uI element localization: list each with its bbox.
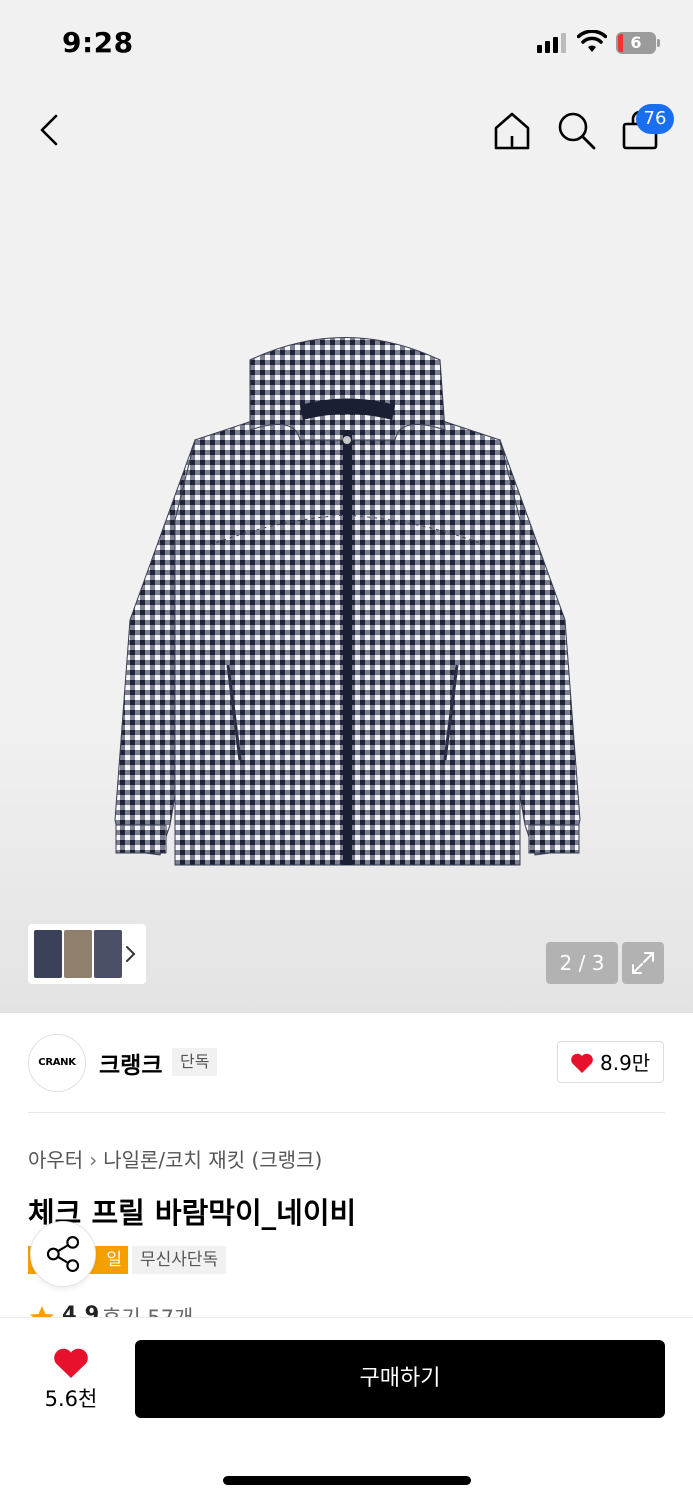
- share-icon[interactable]: [30, 1221, 96, 1287]
- thumbnail-image[interactable]: [64, 930, 92, 978]
- home-icon[interactable]: [490, 108, 534, 152]
- divider: [28, 1112, 665, 1113]
- product-image[interactable]: [100, 320, 595, 875]
- breadcrumb: 아우터 › 나일론/코치 재킷 (크랭크): [28, 1144, 322, 1173]
- cart-count-badge: 76: [636, 104, 674, 134]
- image-page-counter: 2 / 3: [546, 942, 618, 984]
- brand-like-button[interactable]: 8.9만: [557, 1041, 664, 1083]
- signal-icon: [537, 33, 566, 53]
- expand-icon[interactable]: [622, 942, 664, 984]
- breadcrumb-subcategory[interactable]: 나일론/코치 재킷 (크랭크): [103, 1148, 322, 1172]
- status-bar: 9:28 6: [0, 0, 693, 88]
- chevron-right-icon[interactable]: [124, 942, 138, 966]
- buy-button[interactable]: 구매하기: [135, 1340, 665, 1418]
- product-gallery: 9:28 6 76 2 / 3: [0, 0, 693, 1013]
- thumbnail-strip[interactable]: [28, 924, 146, 984]
- thumbnail-image[interactable]: [34, 930, 62, 978]
- brand-name[interactable]: 크랭크: [99, 1046, 162, 1080]
- brand-like-count: 8.9만: [600, 1051, 651, 1075]
- heart-icon: [571, 1053, 593, 1073]
- chevron-right-icon: ›: [89, 1148, 98, 1172]
- heart-icon[interactable]: [52, 1346, 90, 1380]
- wifi-icon: [577, 30, 607, 52]
- wishlist-count: 5.6천: [44, 1387, 98, 1411]
- battery-level: 6: [630, 33, 642, 52]
- exclusive-tag: 단독: [172, 1048, 218, 1076]
- status-time: 9:28: [62, 26, 134, 59]
- musinsa-exclusive-tag: 무신사단독: [132, 1246, 227, 1274]
- brand-logo-text: CRANK: [38, 1057, 76, 1068]
- back-icon[interactable]: [32, 108, 68, 152]
- breadcrumb-category[interactable]: 아우터: [28, 1148, 83, 1172]
- home-indicator: [223, 1476, 471, 1485]
- thumbnail-image[interactable]: [94, 930, 122, 978]
- battery-icon: 6: [616, 32, 660, 54]
- brand-logo[interactable]: CRANK: [28, 1034, 86, 1092]
- search-icon[interactable]: [554, 108, 598, 152]
